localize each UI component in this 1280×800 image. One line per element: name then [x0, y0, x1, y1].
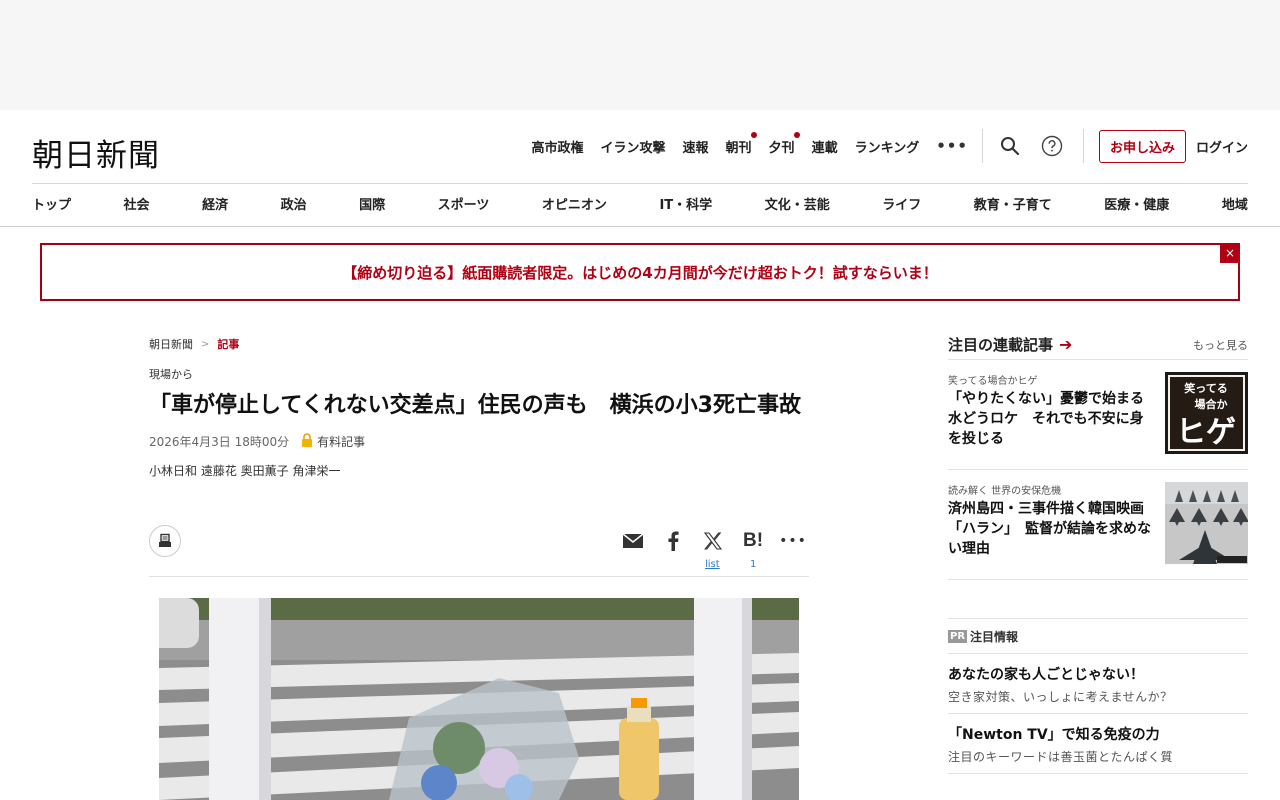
pr-title: 注目情報 — [970, 629, 1019, 644]
top-ad-area — [0, 0, 1280, 110]
more-menu-icon[interactable]: ••• — [936, 137, 968, 155]
sidebar: 注目の連載記事 ➔ もっと見る 笑ってる場合かヒゲ 「やりたくない」憂鬱で始まる… — [948, 330, 1248, 580]
global-nav: トップ 社会 経済 政治 国際 スポーツ オピニオン IT・科学 文化・芸能 ラ… — [32, 194, 1248, 213]
top-link-ranking[interactable]: ランキング — [855, 137, 920, 156]
svg-text:場合か: 場合か — [1195, 397, 1228, 411]
nav-international[interactable]: 国際 — [359, 194, 385, 213]
series-item[interactable]: 笑ってる場合かヒゲ 「やりたくない」憂鬱で始まる水どうロケ それでも不安に身を投… — [948, 360, 1248, 470]
new-dot-icon — [750, 131, 757, 138]
top-link-iran[interactable]: イラン攻撃 — [601, 137, 666, 156]
nav-health[interactable]: 医療・健康 — [1104, 194, 1169, 213]
subscribe-button[interactable]: お申し込み — [1098, 129, 1186, 163]
pr-badge: PR — [948, 629, 968, 643]
promo-banner[interactable]: 【締め切り迫る】紙面購読者限定。はじめの4カ月間が今だけ超おトク！試すならいま！… — [40, 243, 1240, 301]
more-icon[interactable]: ••• — [779, 527, 807, 555]
article-headline: 「車が停止してくれない交差点」住民の声も 横浜の小3死亡事故 — [149, 393, 801, 418]
publish-date: 2026年4月3日 18時00分 — [149, 435, 290, 449]
share-bar: list B! 1 ••• — [149, 525, 809, 577]
pr-item[interactable]: 「Newton TV」で知る免疫の力 注目のキーワードは善玉菌とたんぱく質 — [948, 714, 1248, 774]
nav-society[interactable]: 社会 — [124, 194, 150, 213]
series-item[interactable]: 読み解く 世界の安保危機 済州島四・三事件描く韓国映画「ハラン」 監督が結論を求… — [948, 470, 1248, 580]
top-link-takaichi[interactable]: 高市政権 — [531, 137, 583, 156]
hatena-share-count[interactable]: 1 — [750, 559, 756, 570]
top-link-series[interactable]: 連載 — [812, 137, 838, 156]
close-icon[interactable]: × — [1220, 243, 1240, 263]
breadcrumb-home[interactable]: 朝日新聞 — [149, 336, 193, 352]
facebook-icon[interactable] — [659, 527, 687, 555]
pr-item-desc[interactable]: 注目のキーワードは善玉菌とたんぱく質 — [948, 748, 1248, 765]
article: 朝日新聞 > 記事 現場から 「車が停止してくれない交差点」住民の声も 横浜の小… — [149, 330, 809, 577]
pr-header: PR 注目情報 — [948, 618, 1248, 654]
mail-icon[interactable] — [619, 527, 647, 555]
more-link[interactable]: もっと見る — [1193, 337, 1248, 353]
help-icon[interactable] — [1041, 135, 1063, 157]
nav-education[interactable]: 教育・子育て — [974, 194, 1052, 213]
new-dot-icon — [793, 131, 800, 138]
divider — [1082, 129, 1084, 163]
top-link-morning-edition[interactable]: 朝刊 — [726, 131, 757, 156]
pr-item-desc[interactable]: 空き家対策、いっしょに考えませんか？ — [948, 688, 1248, 705]
series-item-title[interactable]: 済州島四・三事件描く韓国映画「ハラン」 監督が結論を求めない理由 — [948, 499, 1156, 559]
pr-item-title[interactable]: あなたの家も人ごとじゃない！ — [948, 665, 1248, 685]
series-thumbnail[interactable] — [1165, 482, 1248, 564]
nav-region[interactable]: 地域 — [1222, 194, 1248, 213]
utility-nav: 高市政権 イラン攻撃 速報 朝刊 夕刊 連載 ランキング ••• お申し込み ロ… — [514, 128, 1248, 164]
svg-text:笑ってる: 笑ってる — [1184, 381, 1227, 395]
pr-item-title[interactable]: 「Newton TV」で知る免疫の力 — [948, 725, 1248, 745]
series-thumbnail[interactable]: 笑ってる 場合か ヒゲ — [1165, 372, 1248, 454]
arrow-right-icon: ➔ — [1059, 335, 1073, 354]
series-item-title[interactable]: 「やりたくない」憂鬱で始まる水どうロケ それでも不安に身を投じる — [948, 389, 1156, 449]
series-header: 注目の連載記事 ➔ もっと見る — [948, 330, 1248, 360]
x-share-count[interactable]: list — [705, 559, 720, 570]
article-meta: 2026年4月3日 18時00分 有料記事 — [149, 433, 809, 450]
divider — [32, 183, 1248, 184]
site-header: 朝日新聞 高市政権 イラン攻撃 速報 朝刊 夕刊 連載 ランキング ••• お申… — [0, 110, 1280, 227]
pr-section: PR 注目情報 あなたの家も人ごとじゃない！ 空き家対策、いっしょに考えませんか… — [948, 618, 1248, 774]
nav-sports[interactable]: スポーツ — [438, 194, 490, 213]
chevron-right-icon: > — [201, 338, 210, 350]
top-link-breaking[interactable]: 速報 — [683, 137, 709, 156]
print-icon[interactable] — [149, 525, 181, 557]
nav-it-science[interactable]: IT・科学 — [659, 194, 712, 213]
hatena-icon[interactable]: B! — [739, 527, 767, 555]
authors: 小林日和 遠藤花 奥田薫子 角津栄一 — [149, 464, 341, 478]
login-link[interactable]: ログイン — [1196, 137, 1248, 156]
series-kicker: 笑ってる場合かヒゲ — [948, 376, 1038, 387]
divider — [981, 129, 983, 163]
promo-text[interactable]: 【締め切り迫る】紙面購読者限定。はじめの4カ月間が今だけ超おトク！試すならいま！ — [342, 262, 937, 283]
pr-item[interactable]: あなたの家も人ごとじゃない！ 空き家対策、いっしょに考えませんか？ — [948, 654, 1248, 714]
nav-life[interactable]: ライフ — [882, 194, 921, 213]
nav-opinion[interactable]: オピニオン — [542, 194, 607, 213]
nav-politics[interactable]: 政治 — [281, 194, 307, 213]
breadcrumb-current[interactable]: 記事 — [217, 336, 239, 352]
paid-article-label: 有料記事 — [317, 435, 366, 449]
article-photo — [159, 598, 799, 800]
nav-economy[interactable]: 経済 — [202, 194, 228, 213]
site-logo[interactable]: 朝日新聞 — [32, 130, 160, 175]
section-label[interactable]: 現場から — [149, 366, 809, 382]
series-title[interactable]: 注目の連載記事 ➔ — [948, 334, 1072, 355]
svg-text:ヒゲ: ヒゲ — [1176, 415, 1236, 450]
x-icon[interactable] — [699, 527, 727, 555]
top-link-evening-edition[interactable]: 夕刊 — [769, 131, 800, 156]
search-icon[interactable] — [999, 135, 1021, 157]
nav-culture[interactable]: 文化・芸能 — [765, 194, 830, 213]
lock-icon — [301, 433, 313, 450]
nav-top[interactable]: トップ — [32, 194, 71, 213]
series-kicker: 読み解く 世界の安保危機 — [948, 486, 1062, 497]
breadcrumb: 朝日新聞 > 記事 — [149, 336, 809, 352]
